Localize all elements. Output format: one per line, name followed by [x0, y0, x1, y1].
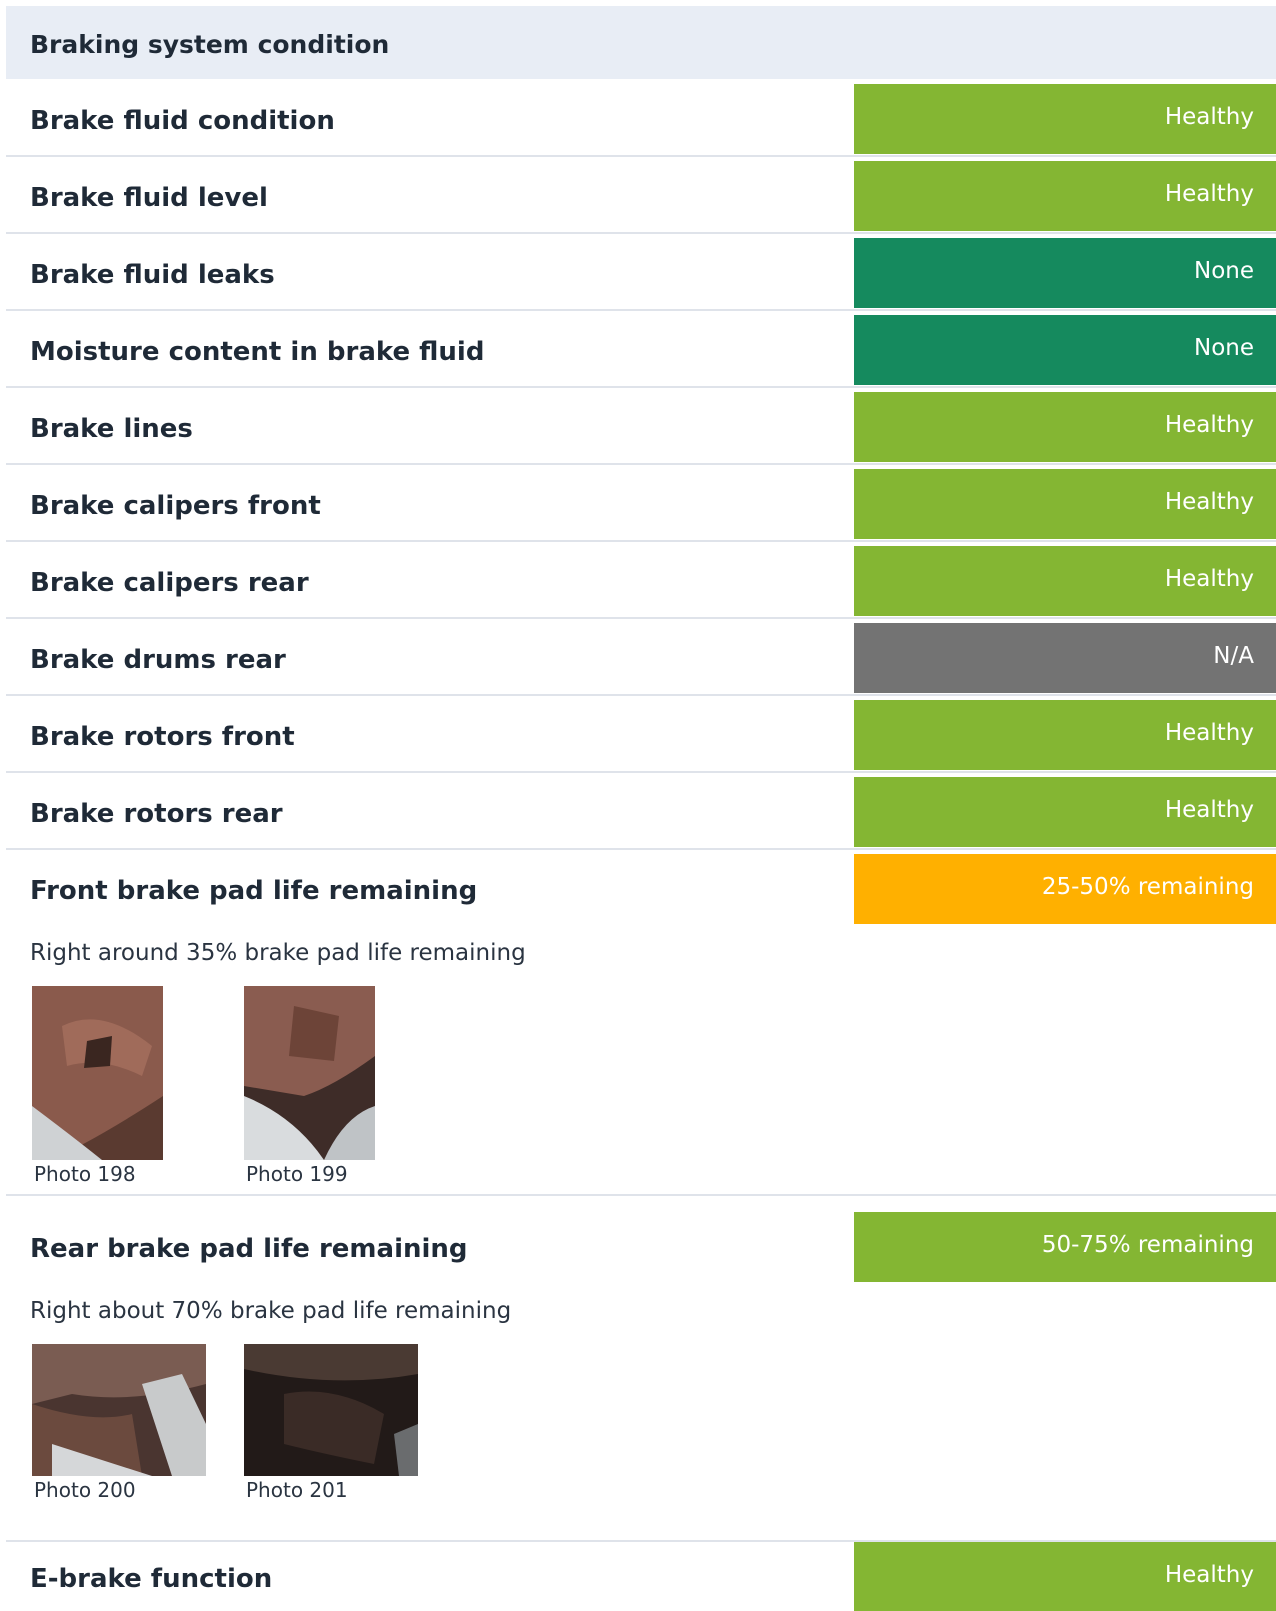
photo-thumbnail[interactable]: Photo 199 — [244, 986, 375, 1186]
status-badge: N/A — [854, 623, 1276, 693]
row-label: E-brake function — [30, 1564, 273, 1594]
row-label: Brake rotors front — [30, 722, 295, 752]
inspection-note: Right around 35% brake pad life remainin… — [30, 940, 526, 966]
status-badge: Healthy — [854, 546, 1276, 616]
status-badge: None — [854, 315, 1276, 385]
row-label: Brake calipers rear — [30, 568, 309, 598]
row-divider — [6, 771, 1276, 773]
row-divider — [6, 155, 1276, 157]
status-badge: Healthy — [854, 84, 1276, 154]
row-label: Moisture content in brake fluid — [30, 337, 485, 367]
row-divider — [6, 540, 1276, 542]
status-badge: None — [854, 238, 1276, 308]
status-badge: 50-75% remaining — [854, 1212, 1276, 1282]
status-badge: 25-50% remaining — [854, 854, 1276, 924]
row-label: Front brake pad life remaining — [30, 876, 478, 906]
row-divider — [6, 463, 1276, 465]
front-brake-pad-section: Front brake pad life remaining 25-50% re… — [6, 854, 1276, 1196]
row-divider — [6, 694, 1276, 696]
row-label: Brake rotors rear — [30, 799, 283, 829]
row-divider — [6, 1194, 1276, 1196]
status-badge: Healthy — [854, 392, 1276, 462]
brake-pad-photo-image[interactable] — [244, 986, 375, 1160]
rear-brake-pad-section: Rear brake pad life remaining 50-75% rem… — [6, 1212, 1276, 1546]
photo-thumbnail[interactable]: Photo 200 — [32, 1344, 206, 1509]
row-label: Brake drums rear — [30, 645, 286, 675]
row-divider — [6, 309, 1276, 311]
row-divider — [6, 232, 1276, 234]
row-label: Brake fluid leaks — [30, 260, 275, 290]
section-title: Braking system condition — [30, 30, 390, 59]
status-badge: Healthy — [854, 700, 1276, 770]
inspection-note: Right about 70% brake pad life remaining — [30, 1298, 512, 1324]
row-label: Brake fluid level — [30, 183, 268, 213]
row-divider — [6, 848, 1276, 850]
brake-pad-photo-image[interactable] — [244, 1344, 418, 1476]
status-badge: Healthy — [854, 777, 1276, 847]
brake-pad-photo-image[interactable] — [32, 1344, 206, 1476]
photo-caption: Photo 198 — [34, 1162, 136, 1186]
photo-caption: Photo 200 — [34, 1478, 136, 1502]
row-label: Brake calipers front — [30, 491, 321, 521]
status-badge: Healthy — [854, 469, 1276, 539]
status-badge: Healthy — [854, 1542, 1276, 1611]
photo-caption: Photo 201 — [246, 1478, 348, 1502]
photo-caption: Photo 199 — [246, 1162, 348, 1186]
photo-thumbnail[interactable]: Photo 201 — [244, 1344, 418, 1509]
row-divider — [6, 617, 1276, 619]
photo-thumbnail[interactable]: Photo 198 — [32, 986, 163, 1186]
row-label: Brake lines — [30, 414, 193, 444]
row-label: Rear brake pad life remaining — [30, 1234, 468, 1264]
status-badge: Healthy — [854, 161, 1276, 231]
row-label: Brake fluid condition — [30, 106, 335, 136]
section-header: Braking system condition — [6, 6, 1276, 79]
row-divider — [6, 386, 1276, 388]
brake-pad-photo-image[interactable] — [32, 986, 163, 1160]
